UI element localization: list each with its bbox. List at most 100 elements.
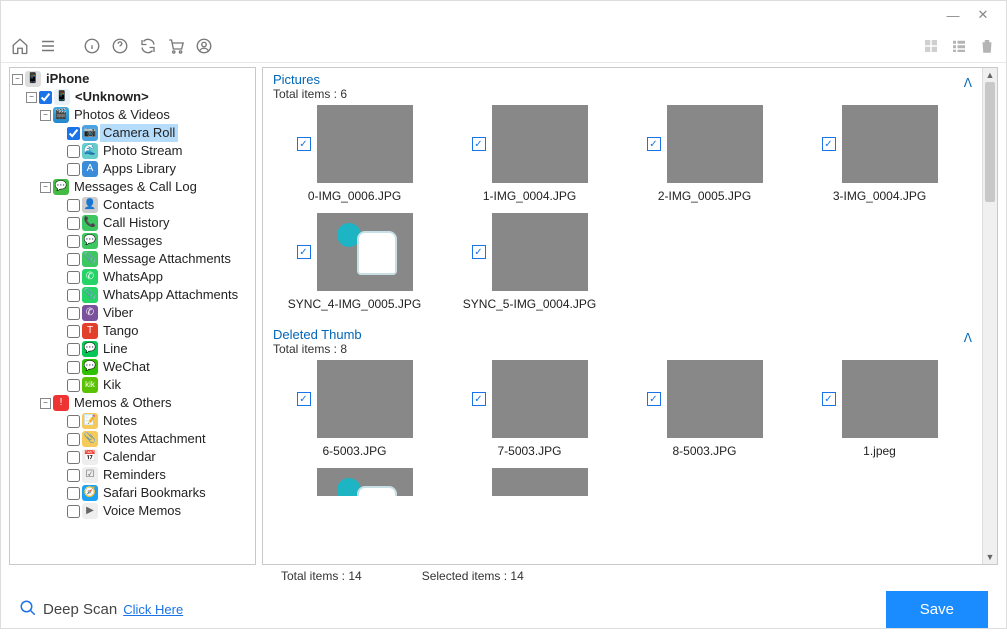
minimize-button[interactable]: — xyxy=(938,5,968,25)
statusbar: Total items : 14 Selected items : 14 xyxy=(1,565,1006,585)
tree-device-label: <Unknown> xyxy=(72,88,152,106)
user-icon[interactable] xyxy=(193,35,215,57)
tree-item-camera-roll[interactable]: 📷Camera Roll xyxy=(52,124,255,142)
thumb-checkbox[interactable]: ✓ xyxy=(297,392,311,406)
tree-item-viber[interactable]: ✆Viber xyxy=(52,304,255,322)
thumb-item[interactable]: ✓0-IMG_0006.JPG xyxy=(273,105,436,203)
thumb-item[interactable]: ✓3-IMG_0004.JPG xyxy=(798,105,961,203)
tree-item-call-history[interactable]: 📞Call History xyxy=(52,214,255,232)
thumb-image[interactable] xyxy=(667,360,763,438)
titlebar: — ✕ xyxy=(1,1,1006,29)
content-scrollbar[interactable]: ▲ ▼ xyxy=(982,68,997,564)
thumb-item[interactable]: ✓7-5003.JPG xyxy=(448,360,611,458)
tree-device[interactable]: − 📱 <Unknown> xyxy=(24,88,255,106)
thumb-item[interactable]: ✓ xyxy=(448,468,611,496)
cart-icon[interactable] xyxy=(165,35,187,57)
info-icon[interactable] xyxy=(81,35,103,57)
tree-item-whatsapp-attach[interactable]: 📎WhatsApp Attachments xyxy=(52,286,255,304)
thumb-checkbox[interactable]: ✓ xyxy=(822,137,836,151)
home-icon[interactable] xyxy=(9,35,31,57)
thumb-checkbox[interactable]: ✓ xyxy=(297,137,311,151)
bottom-bar: Deep Scan Click Here Save xyxy=(1,585,1006,636)
tree-cat-memos[interactable]: − ! Memos & Others xyxy=(38,394,255,412)
tree-item-whatsapp[interactable]: ✆WhatsApp xyxy=(52,268,255,286)
thumb-image[interactable] xyxy=(317,360,413,438)
help-icon[interactable] xyxy=(109,35,131,57)
tree-cat-photos-label: Photos & Videos xyxy=(71,106,173,124)
tree-item-calendar[interactable]: 📅Calendar xyxy=(52,448,255,466)
deleted-grid: ✓6-5003.JPG ✓7-5003.JPG ✓8-5003.JPG ✓1.j… xyxy=(273,360,972,496)
search-icon xyxy=(19,599,37,621)
close-button[interactable]: ✕ xyxy=(968,5,998,25)
section-deleted-title: Deleted Thumb xyxy=(273,327,362,342)
tree-cat-messages-label: Messages & Call Log xyxy=(71,178,200,196)
thumb-checkbox[interactable]: ✓ xyxy=(472,392,486,406)
scroll-up-icon[interactable]: ▲ xyxy=(983,68,997,82)
thumb-image[interactable] xyxy=(317,213,413,291)
deep-scan-label: Deep Scan xyxy=(43,601,117,618)
tree-item-reminders[interactable]: ☑Reminders xyxy=(52,466,255,484)
thumb-checkbox[interactable]: ✓ xyxy=(647,137,661,151)
tree-item-tango[interactable]: TTango xyxy=(52,322,255,340)
thumb-checkbox[interactable]: ✓ xyxy=(297,245,311,259)
thumb-checkbox[interactable]: ✓ xyxy=(647,392,661,406)
menu-icon[interactable] xyxy=(37,35,59,57)
trash-icon[interactable] xyxy=(976,35,998,57)
tree-item-notes[interactable]: 📝Notes xyxy=(52,412,255,430)
thumb-item[interactable]: ✓1.jpeg xyxy=(798,360,961,458)
view-list-icon[interactable] xyxy=(948,35,970,57)
toolbar xyxy=(1,29,1006,63)
thumb-item[interactable]: ✓8-5003.JPG xyxy=(623,360,786,458)
tree-item-photo-stream[interactable]: 🌊Photo Stream xyxy=(52,142,255,160)
scroll-down-icon[interactable]: ▼ xyxy=(983,550,997,564)
tree-cat-messages[interactable]: − 💬 Messages & Call Log xyxy=(38,178,255,196)
thumb-checkbox[interactable]: ✓ xyxy=(472,137,486,151)
thumb-item[interactable]: ✓SYNC_5-IMG_0004.JPG xyxy=(448,213,611,311)
thumb-checkbox[interactable]: ✓ xyxy=(822,392,836,406)
thumb-image[interactable] xyxy=(842,360,938,438)
tree-item-messages[interactable]: 💬Messages xyxy=(52,232,255,250)
tree-item-line[interactable]: 💬Line xyxy=(52,340,255,358)
tree-item-apps-library[interactable]: AApps Library xyxy=(52,160,255,178)
tree-item-voice-memos[interactable]: ▶Voice Memos xyxy=(52,502,255,520)
save-button[interactable]: Save xyxy=(886,591,988,628)
thumb-item[interactable]: ✓SYNC_4-IMG_0005.JPG xyxy=(273,213,436,311)
tree-cat-photos[interactable]: − 🎬 Photos & Videos xyxy=(38,106,255,124)
thumb-item[interactable]: ✓2-IMG_0005.JPG xyxy=(623,105,786,203)
tree-root[interactable]: − 📱 iPhone xyxy=(10,70,255,88)
tree-item-wechat[interactable]: 💬WeChat xyxy=(52,358,255,376)
collapse-deleted-icon[interactable]: ᐱ xyxy=(964,331,972,345)
tree-device-chk[interactable] xyxy=(39,91,52,104)
thumb-image[interactable] xyxy=(317,105,413,183)
tree-panel: − 📱 iPhone − 📱 <Unknown> xyxy=(9,67,256,565)
tree-cat-memos-label: Memos & Others xyxy=(71,394,175,412)
thumb-item[interactable]: ✓1-IMG_0004.JPG xyxy=(448,105,611,203)
thumb-image[interactable] xyxy=(492,105,588,183)
thumb-image[interactable] xyxy=(667,105,763,183)
thumb-checkbox[interactable]: ✓ xyxy=(472,245,486,259)
tree-root-label: iPhone xyxy=(43,70,92,88)
collapse-pictures-icon[interactable]: ᐱ xyxy=(964,76,972,90)
tree-item-kik[interactable]: kikKik xyxy=(52,376,255,394)
content-panel: Pictures Total items : 6 ᐱ ✓0-IMG_0006.J… xyxy=(262,67,998,565)
refresh-icon[interactable] xyxy=(137,35,159,57)
thumb-image[interactable] xyxy=(317,468,413,496)
view-grid-icon[interactable] xyxy=(920,35,942,57)
thumb-item[interactable]: ✓ xyxy=(273,468,436,496)
thumb-image[interactable] xyxy=(492,468,588,496)
tree-item-notes-attach[interactable]: 📎Notes Attachment xyxy=(52,430,255,448)
section-pictures-title: Pictures xyxy=(273,72,347,87)
pictures-grid: ✓0-IMG_0006.JPG ✓1-IMG_0004.JPG ✓2-IMG_0… xyxy=(273,105,972,321)
scroll-thumb[interactable] xyxy=(985,82,995,202)
thumb-image[interactable] xyxy=(842,105,938,183)
thumb-image[interactable] xyxy=(492,360,588,438)
deep-scan-link[interactable]: Click Here xyxy=(123,602,183,617)
status-selected: Selected items : 14 xyxy=(422,569,524,583)
thumb-item[interactable]: ✓6-5003.JPG xyxy=(273,360,436,458)
section-deleted-sub: Total items : 8 xyxy=(273,342,362,356)
tree-item-safari[interactable]: 🧭Safari Bookmarks xyxy=(52,484,255,502)
status-total: Total items : 14 xyxy=(281,569,362,583)
tree-item-contacts[interactable]: 👤Contacts xyxy=(52,196,255,214)
tree-item-msg-attach[interactable]: 📎Message Attachments xyxy=(52,250,255,268)
thumb-image[interactable] xyxy=(492,213,588,291)
